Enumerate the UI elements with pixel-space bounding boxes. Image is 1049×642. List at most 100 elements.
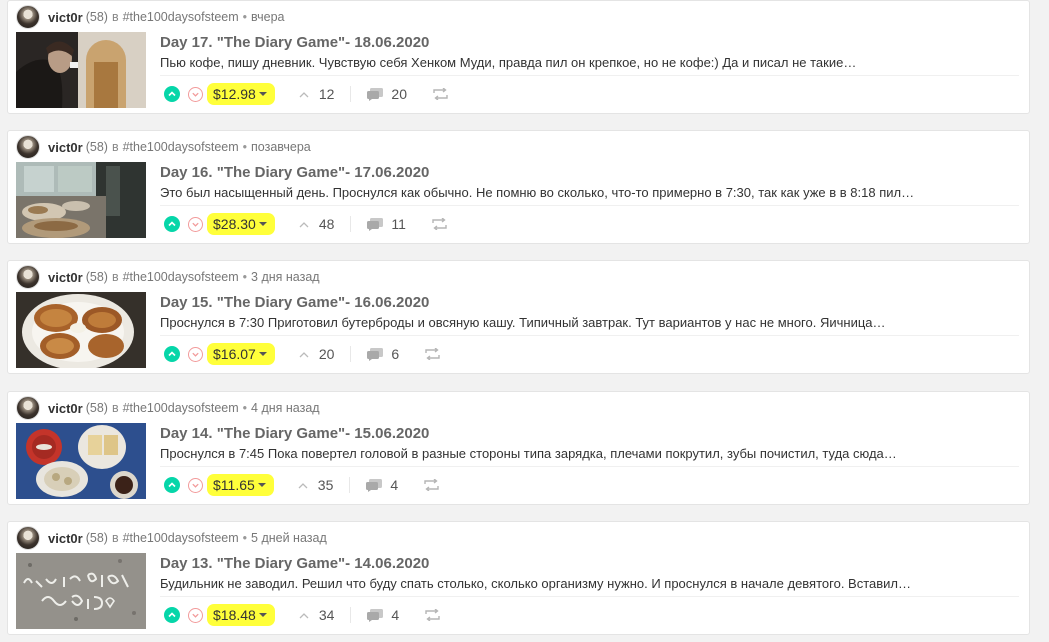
author-name[interactable]: vict0r xyxy=(48,140,83,155)
separator-dot: • xyxy=(242,140,248,154)
payout-button[interactable]: $12.98 xyxy=(207,83,275,105)
author-name[interactable]: vict0r xyxy=(48,270,83,285)
avatar[interactable] xyxy=(16,135,40,159)
post-title[interactable]: Day 13. "The Diary Game"- 14.06.2020 xyxy=(160,555,429,572)
payout-value: $28.30 xyxy=(213,216,256,232)
payout-button[interactable]: $28.30 xyxy=(207,213,275,235)
post-title[interactable]: Day 14. "The Diary Game"- 15.06.2020 xyxy=(160,425,429,442)
post-time[interactable]: вчера xyxy=(251,10,284,24)
upvote-button[interactable] xyxy=(164,216,180,232)
votes-count[interactable]: 48 xyxy=(299,216,334,232)
upvote-button[interactable] xyxy=(164,477,180,493)
chevron-down-icon xyxy=(192,613,199,618)
post-card: vict0r (58) в #the100daysofsteem • 4 дня… xyxy=(7,391,1030,505)
chevron-down-icon xyxy=(192,352,199,357)
upvote-button[interactable] xyxy=(164,346,180,362)
votes-count[interactable]: 20 xyxy=(299,346,334,362)
post-thumbnail[interactable] xyxy=(16,292,146,368)
downvote-button[interactable] xyxy=(188,216,203,232)
reblog-button[interactable] xyxy=(424,479,439,491)
footer-separator xyxy=(350,216,352,232)
avatar[interactable] xyxy=(16,526,40,550)
reblog-button[interactable] xyxy=(425,348,440,360)
separator-dot: • xyxy=(242,401,248,415)
avatar[interactable] xyxy=(16,396,40,420)
reblog-button[interactable] xyxy=(432,218,447,230)
votes-value: 35 xyxy=(317,477,334,493)
comments-icon xyxy=(367,347,384,361)
replies-value: 20 xyxy=(391,86,407,102)
community-link[interactable]: #the100daysofsteem xyxy=(123,531,239,545)
avatar[interactable] xyxy=(16,265,40,289)
replies-count[interactable]: 11 xyxy=(367,216,406,232)
post-excerpt[interactable]: Это был насыщенный день. Проснулся как о… xyxy=(160,185,1020,200)
post-title[interactable]: Day 16. "The Diary Game"- 17.06.2020 xyxy=(160,164,429,181)
replies-count[interactable]: 6 xyxy=(367,346,399,362)
author-reputation: (58) xyxy=(85,10,108,24)
payout-button[interactable]: $11.65 xyxy=(207,474,274,496)
post-time[interactable]: 4 дня назад xyxy=(251,401,320,415)
reblog-button[interactable] xyxy=(433,88,448,100)
post-time[interactable]: позавчера xyxy=(251,140,311,154)
replies-count[interactable]: 20 xyxy=(367,86,407,102)
author-name[interactable]: vict0r xyxy=(48,531,83,546)
post-card: vict0r (58) в #the100daysofsteem • 5 дне… xyxy=(7,521,1030,635)
chevron-up-icon xyxy=(168,351,176,357)
payout-value: $11.65 xyxy=(213,477,255,493)
community-link[interactable]: #the100daysofsteem xyxy=(123,270,239,284)
post-thumbnail[interactable] xyxy=(16,423,146,499)
in-label: в xyxy=(111,270,119,284)
avatar[interactable] xyxy=(16,5,40,29)
downvote-button[interactable] xyxy=(188,477,203,493)
post-time[interactable]: 3 дня назад xyxy=(251,270,320,284)
post-footer: $12.98 12 20 xyxy=(164,81,448,107)
downvote-button[interactable] xyxy=(188,346,203,362)
downvote-button[interactable] xyxy=(188,607,203,623)
caret-down-icon xyxy=(258,92,267,96)
post-excerpt[interactable]: Проснулся в 7:30 Приготовил бутерброды и… xyxy=(160,315,1020,330)
post-header: vict0r (58) в #the100daysofsteem • 5 дне… xyxy=(16,526,327,550)
upvote-button[interactable] xyxy=(164,607,180,623)
post-excerpt[interactable]: Проснулся в 7:45 Пока повертел головой в… xyxy=(160,446,1020,461)
community-link[interactable]: #the100daysofsteem xyxy=(123,10,239,24)
chevron-down-icon xyxy=(192,483,199,488)
chevron-down-icon xyxy=(192,222,199,227)
votes-count[interactable]: 12 xyxy=(299,86,335,102)
divider xyxy=(160,466,1019,467)
replies-count[interactable]: 4 xyxy=(366,477,398,493)
post-footer: $18.48 34 4 xyxy=(164,602,440,628)
author-reputation: (58) xyxy=(85,531,108,545)
upvote-button[interactable] xyxy=(164,86,180,102)
post-thumbnail[interactable] xyxy=(16,162,146,238)
caret-down-icon xyxy=(257,483,266,487)
post-time[interactable]: 5 дней назад xyxy=(251,531,327,545)
post-thumbnail[interactable] xyxy=(16,32,146,108)
post-footer: $28.30 48 11 xyxy=(164,211,447,237)
chevron-up-icon xyxy=(168,221,176,227)
votes-count[interactable]: 34 xyxy=(299,607,334,623)
reblog-button[interactable] xyxy=(425,609,440,621)
votes-count[interactable]: 35 xyxy=(298,477,334,493)
payout-button[interactable]: $16.07 xyxy=(207,343,275,365)
post-title[interactable]: Day 17. "The Diary Game"- 18.06.2020 xyxy=(160,34,429,51)
thumbnail-image xyxy=(16,553,146,629)
reblog-icon xyxy=(432,218,447,230)
in-label: в xyxy=(111,531,119,545)
author-name[interactable]: vict0r xyxy=(48,401,83,416)
replies-count[interactable]: 4 xyxy=(367,607,399,623)
caret-down-icon xyxy=(258,222,267,226)
community-link[interactable]: #the100daysofsteem xyxy=(123,401,239,415)
votes-value: 12 xyxy=(318,86,335,102)
post-excerpt[interactable]: Будильник не заводил. Решил что буду спа… xyxy=(160,576,1020,591)
caret-up-icon xyxy=(299,351,309,357)
post-excerpt[interactable]: Пью кофе, пишу дневник. Чувствую себя Хе… xyxy=(160,55,1020,70)
author-name[interactable]: vict0r xyxy=(48,10,83,25)
replies-value: 4 xyxy=(391,607,400,623)
payout-button[interactable]: $18.48 xyxy=(207,604,275,626)
author-reputation: (58) xyxy=(85,140,108,154)
in-label: в xyxy=(111,10,119,24)
post-thumbnail[interactable] xyxy=(16,553,146,629)
downvote-button[interactable] xyxy=(188,86,203,102)
community-link[interactable]: #the100daysofsteem xyxy=(123,140,239,154)
post-title[interactable]: Day 15. "The Diary Game"- 16.06.2020 xyxy=(160,294,429,311)
